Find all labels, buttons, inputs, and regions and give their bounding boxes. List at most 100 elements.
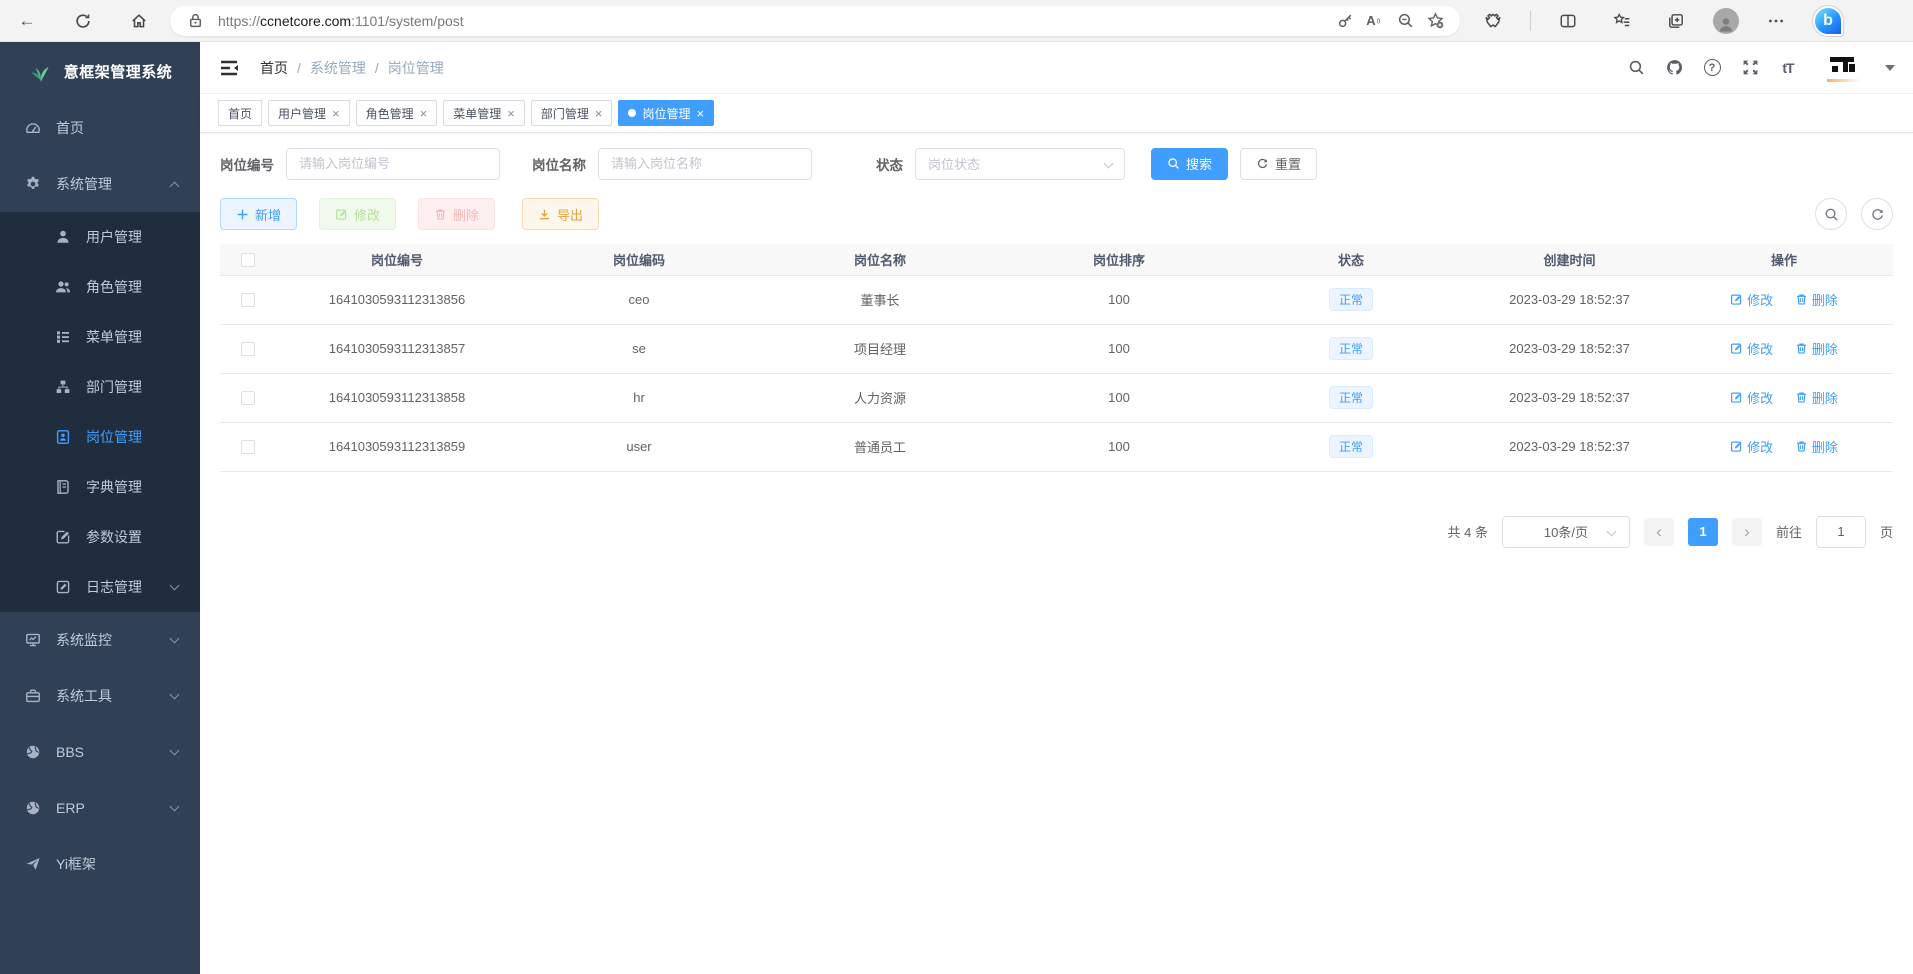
tab-home[interactable]: 首页 (218, 100, 262, 126)
sidebar-item-role-mgmt[interactable]: 角色管理 (0, 262, 200, 312)
page-number-1[interactable]: 1 (1688, 518, 1718, 546)
badge-icon (54, 428, 72, 446)
sidebar-item-label: 角色管理 (86, 277, 142, 297)
yi-logo-avatar[interactable] (1825, 51, 1863, 85)
browser-home-button[interactable] (122, 6, 156, 36)
row-checkbox[interactable] (241, 391, 255, 405)
gear-icon (24, 175, 42, 193)
breadcrumb-current: 岗位管理 (388, 58, 444, 78)
row-checkbox[interactable] (241, 440, 255, 454)
collections-icon[interactable] (1659, 6, 1693, 36)
fullscreen-icon[interactable] (1739, 57, 1761, 79)
header-search-icon[interactable] (1625, 57, 1647, 79)
status-select[interactable]: 岗位状态 (915, 148, 1125, 180)
tab-role-mgmt[interactable]: 角色管理 × (356, 100, 438, 126)
edit-button[interactable]: 修改 (319, 198, 396, 230)
password-key-icon[interactable] (1330, 8, 1360, 34)
delete-button[interactable]: 删除 (418, 198, 495, 230)
favorite-star-icon[interactable] (1420, 8, 1450, 34)
browser-essentials-icon[interactable] (1476, 6, 1510, 36)
table-refresh-button[interactable] (1861, 198, 1893, 230)
page-size-select[interactable]: 10条/页 (1502, 516, 1630, 548)
sidebar-item-user-mgmt[interactable]: 用户管理 (0, 212, 200, 262)
help-icon[interactable]: ? (1701, 57, 1723, 79)
browser-chrome: ← https://ccnetcore.com:1101/system/post… (0, 0, 1913, 42)
tab-post-mgmt[interactable]: 岗位管理 × (618, 100, 714, 126)
chevron-down-icon (170, 634, 180, 644)
chevron-up-icon (170, 181, 180, 191)
sidebar-item-post-mgmt[interactable]: 岗位管理 (0, 412, 200, 462)
browser-profile-avatar[interactable] (1713, 8, 1739, 34)
close-icon[interactable]: × (420, 106, 428, 121)
github-icon[interactable] (1663, 57, 1685, 79)
sidebar-item-system-tools[interactable]: 系统工具 (0, 668, 200, 724)
chevron-down-icon (1607, 526, 1617, 536)
tab-menu-mgmt[interactable]: 菜单管理 × (443, 100, 525, 126)
row-edit-link[interactable]: 修改 (1730, 290, 1773, 309)
user-menu-caret-icon[interactable] (1885, 65, 1895, 71)
row-delete-link[interactable]: 删除 (1795, 437, 1838, 456)
sidebar-item-label: BBS (56, 744, 84, 760)
sidebar-item-log-mgmt[interactable]: 日志管理 (0, 562, 200, 612)
tab-user-mgmt[interactable]: 用户管理 × (268, 100, 350, 126)
add-button[interactable]: 新增 (220, 198, 297, 230)
row-edit-link[interactable]: 修改 (1730, 437, 1773, 456)
read-aloud-icon[interactable]: A (1360, 8, 1390, 34)
next-page-button[interactable]: › (1732, 518, 1762, 546)
reset-button[interactable]: 重置 (1240, 148, 1317, 180)
split-screen-icon[interactable] (1551, 6, 1585, 36)
sidebar-item-system-mgmt[interactable]: 系统管理 (0, 156, 200, 212)
close-icon[interactable]: × (696, 106, 704, 121)
browser-more-icon[interactable] (1759, 6, 1793, 36)
close-icon[interactable]: × (595, 106, 603, 121)
post-code-label: 岗位编号 (220, 154, 274, 174)
address-bar[interactable]: https://ccnetcore.com:1101/system/post A (170, 6, 1460, 36)
sidebar-item-dict-mgmt[interactable]: 字典管理 (0, 462, 200, 512)
sidebar-item-menu-mgmt[interactable]: 菜单管理 (0, 312, 200, 362)
row-delete-link[interactable]: 删除 (1795, 388, 1838, 407)
sidebar-item-label: 部门管理 (86, 377, 142, 397)
sidebar-item-yi-framework[interactable]: Yi框架 (0, 836, 200, 892)
sidebar-item-dept-mgmt[interactable]: 部门管理 (0, 362, 200, 412)
sidebar-item-param-settings[interactable]: 参数设置 (0, 512, 200, 562)
row-delete-link[interactable]: 删除 (1795, 290, 1838, 309)
sidebar-item-label: 用户管理 (86, 227, 142, 247)
search-form: 岗位编号 岗位名称 状态 岗位状态 搜索 重置 (220, 147, 1893, 180)
toolbar-divider (1530, 11, 1531, 31)
breadcrumb-home[interactable]: 首页 (260, 58, 288, 78)
breadcrumb: 首页 / 系统管理 / 岗位管理 (260, 58, 444, 78)
row-delete-link[interactable]: 删除 (1795, 339, 1838, 358)
zoom-out-icon[interactable] (1390, 8, 1420, 34)
post-code-input[interactable] (286, 148, 500, 180)
breadcrumb-separator: / (375, 60, 379, 76)
close-icon[interactable]: × (332, 106, 340, 121)
log-icon (54, 578, 72, 596)
sidebar-item-label: 系统管理 (56, 174, 112, 194)
active-tab-dot (628, 109, 636, 117)
font-size-icon[interactable]: tT (1777, 57, 1799, 79)
browser-refresh-button[interactable] (66, 6, 100, 36)
sidebar-collapse-icon[interactable] (216, 55, 242, 81)
tab-dept-mgmt[interactable]: 部门管理 × (531, 100, 613, 126)
select-all-checkbox[interactable] (241, 253, 255, 267)
row-edit-link[interactable]: 修改 (1730, 339, 1773, 358)
plant-logo-icon (28, 58, 54, 84)
post-name-input[interactable] (598, 148, 812, 180)
prev-page-button[interactable]: ‹ (1644, 518, 1674, 546)
table-search-toggle-button[interactable] (1815, 198, 1847, 230)
col-post-code: 岗位编码 (518, 244, 760, 275)
search-button[interactable]: 搜索 (1151, 148, 1228, 180)
row-edit-link[interactable]: 修改 (1730, 388, 1773, 407)
sidebar-item-home[interactable]: 首页 (0, 100, 200, 156)
export-button[interactable]: 导出 (522, 198, 599, 230)
goto-page-input[interactable] (1816, 516, 1866, 548)
row-checkbox[interactable] (241, 293, 255, 307)
close-icon[interactable]: × (507, 106, 515, 121)
bing-copilot-icon[interactable]: b (1813, 6, 1843, 36)
sidebar-item-erp[interactable]: ERP (0, 780, 200, 836)
sidebar-item-bbs[interactable]: BBS (0, 724, 200, 780)
row-checkbox[interactable] (241, 342, 255, 356)
browser-back-button[interactable]: ← (10, 6, 44, 36)
sidebar-item-system-monitor[interactable]: 系统监控 (0, 612, 200, 668)
favorites-hub-icon[interactable] (1605, 6, 1639, 36)
